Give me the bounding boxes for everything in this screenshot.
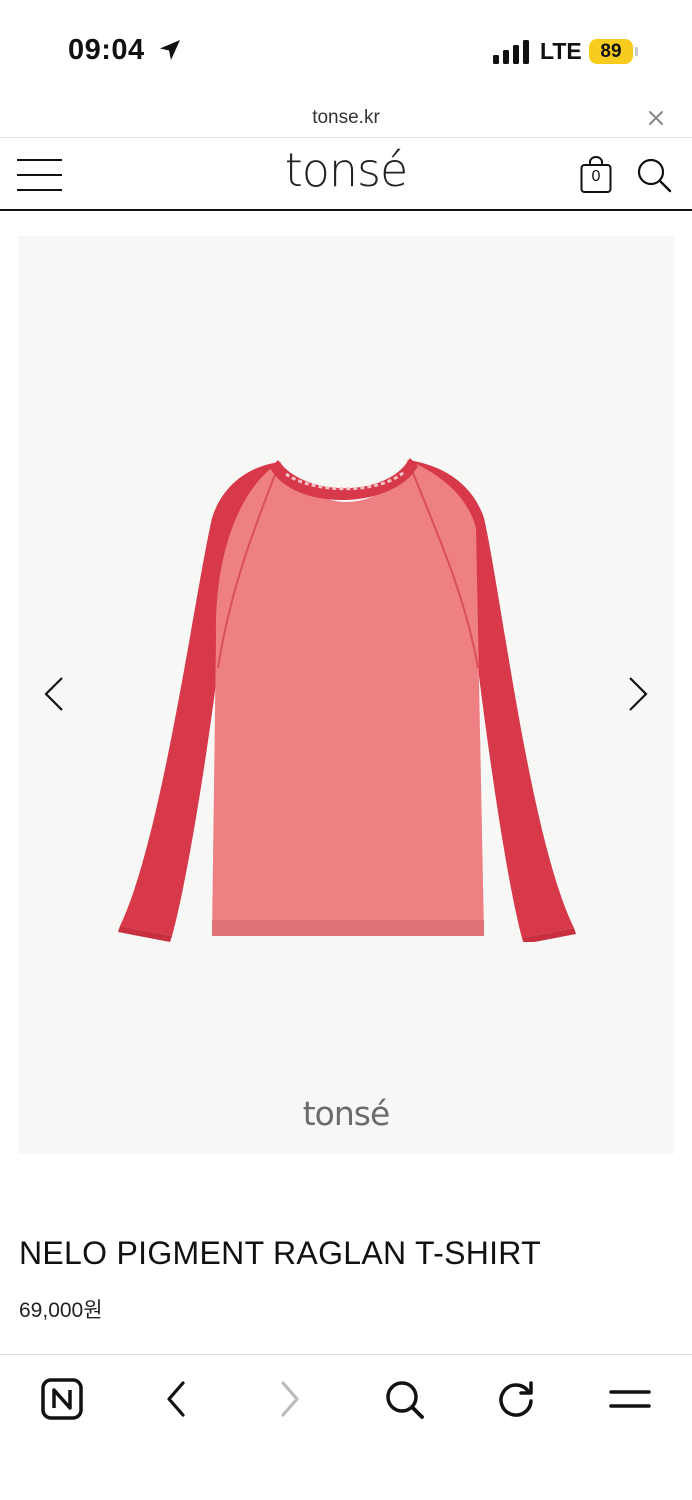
carousel-prev-icon[interactable]: [42, 676, 66, 712]
url-domain[interactable]: tonse.kr: [0, 107, 692, 129]
image-watermark-logo: tonsé: [302, 1094, 391, 1133]
product-image[interactable]: tonsé: [18, 236, 674, 1154]
battery-cap: [635, 47, 638, 56]
toolbar-search-icon[interactable]: [382, 1377, 426, 1421]
battery-level: 89: [600, 40, 622, 62]
status-time: 09:04: [68, 34, 145, 66]
back-icon[interactable]: [154, 1377, 198, 1421]
search-icon[interactable]: [636, 157, 672, 193]
product-title: NELO PIGMENT RAGLAN T-SHIRT: [19, 1235, 541, 1271]
product-tshirt-image: [118, 458, 576, 942]
product-price: 69,000원: [19, 1299, 103, 1322]
cart-count: 0: [591, 168, 601, 185]
naver-home-icon[interactable]: [40, 1377, 84, 1421]
browser-toolbar: [0, 1354, 692, 1500]
site-header: tonsé 0: [0, 139, 692, 211]
toolbar-menu-icon[interactable]: [608, 1377, 652, 1421]
forward-icon[interactable]: [268, 1377, 312, 1421]
reload-icon[interactable]: [494, 1377, 538, 1421]
signal-icon: [493, 40, 529, 64]
url-bar[interactable]: tonse.kr: [0, 100, 692, 138]
location-arrow-icon: [160, 40, 180, 60]
carousel-next-icon[interactable]: [626, 676, 650, 712]
network-type: LTE: [540, 38, 582, 64]
status-bar: 09:04 LTE 89: [0, 0, 692, 100]
battery-icon: 89: [589, 39, 633, 64]
close-icon[interactable]: [646, 108, 666, 128]
